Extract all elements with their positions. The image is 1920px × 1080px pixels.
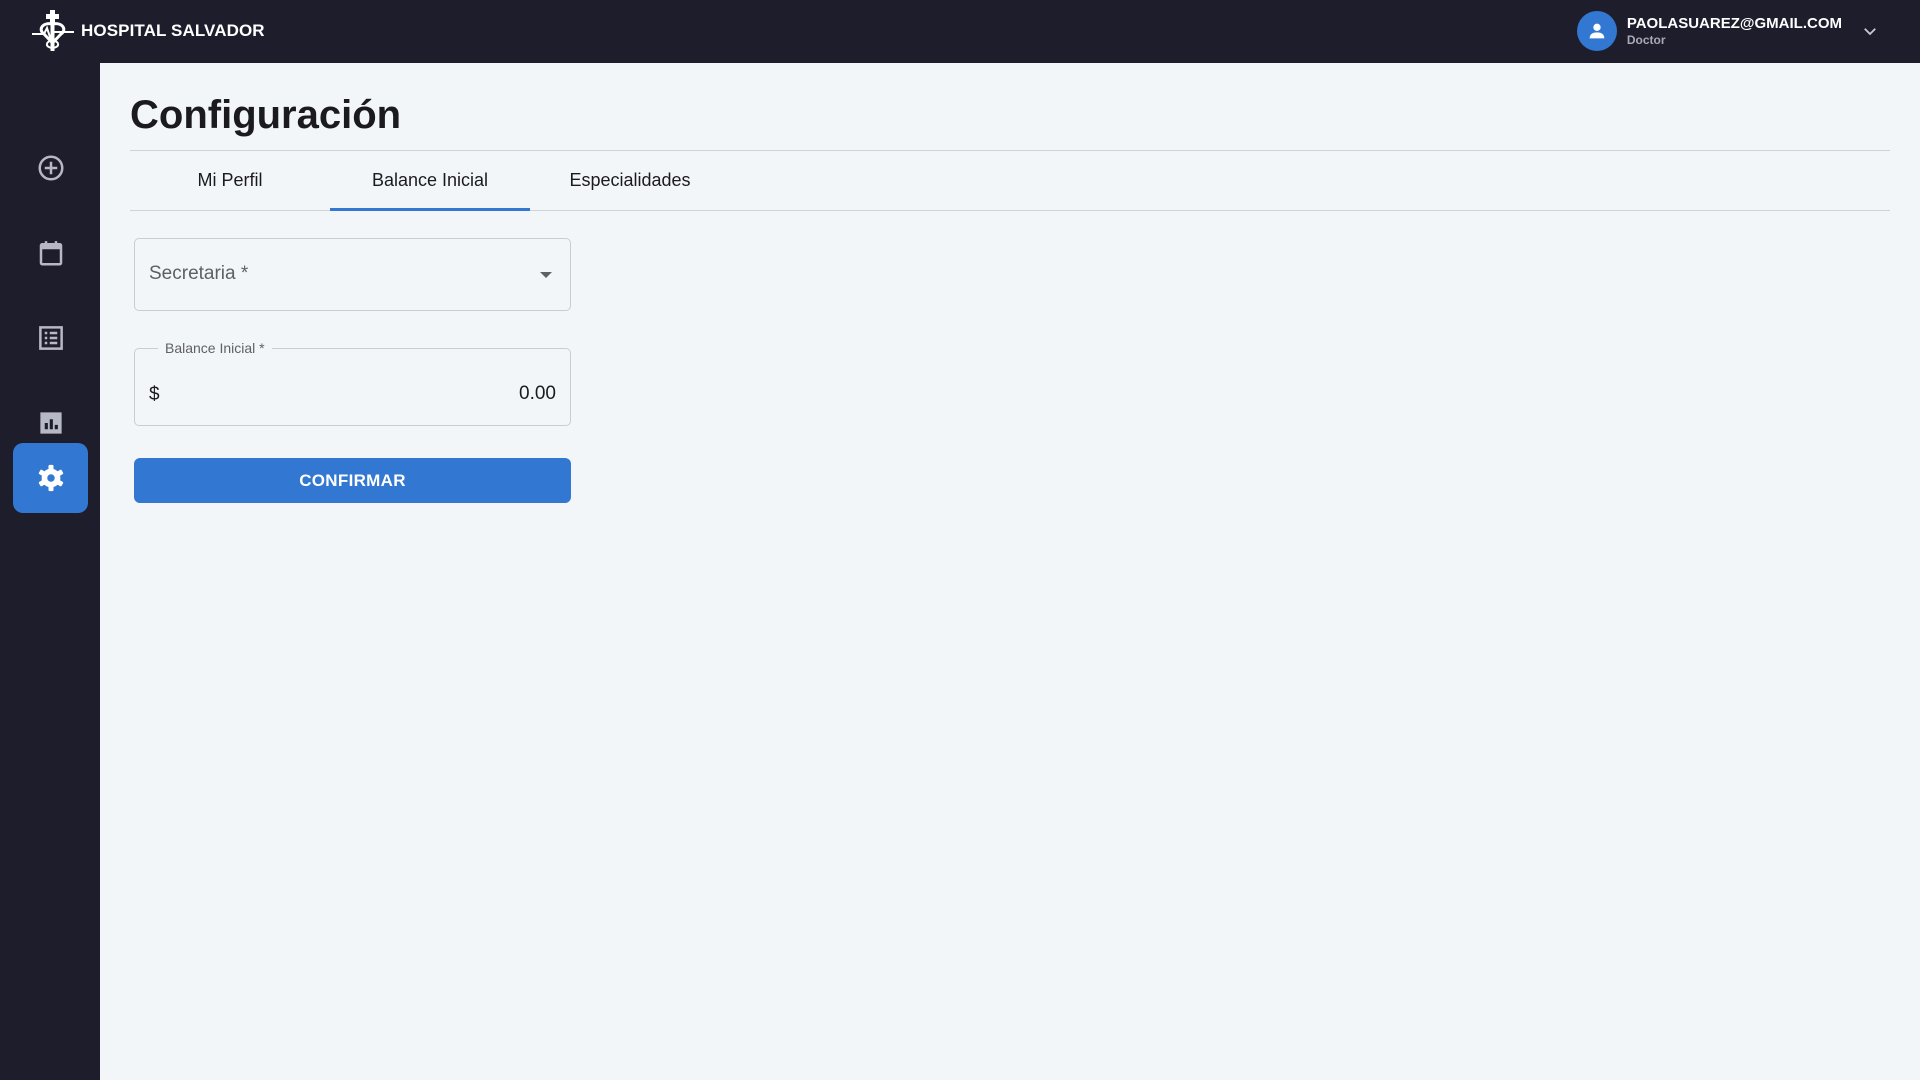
balance-field: Balance Inicial * $ bbox=[134, 340, 571, 426]
brand-name: HOSPITAL SALVADOR bbox=[81, 21, 265, 40]
main-content: Configuración Mi Perfil Balance Inicial … bbox=[100, 63, 1920, 1080]
tab-especialidades[interactable]: Especialidades bbox=[530, 151, 730, 210]
currency-prefix: $ bbox=[149, 384, 160, 405]
user-email: PAOLASUAREZ@GMAIL.COM bbox=[1626, 15, 1842, 32]
sidebar-item-list[interactable] bbox=[13, 303, 88, 373]
secretaria-label: Secretaria * bbox=[149, 263, 249, 284]
avatar[interactable] bbox=[1576, 11, 1617, 51]
add-circle-icon bbox=[38, 155, 63, 181]
bar-chart-icon bbox=[39, 412, 62, 434]
person-icon bbox=[1589, 23, 1605, 39]
caret-down-icon bbox=[540, 272, 552, 278]
sidebar-item-calendar[interactable] bbox=[13, 218, 88, 288]
user-menu-toggle[interactable] bbox=[1858, 19, 1882, 43]
user-role: Doctor bbox=[1626, 33, 1666, 47]
user-menu[interactable]: PAOLASUAREZ@GMAIL.COM Doctor bbox=[1576, 11, 1882, 51]
brand[interactable]: HOSPITAL SALVADOR bbox=[30, 10, 265, 52]
balance-input[interactable] bbox=[171, 375, 556, 413]
secretaria-select[interactable]: Secretaria * bbox=[134, 238, 571, 311]
medical-cross-logo bbox=[32, 10, 74, 51]
gear-icon bbox=[38, 464, 63, 492]
confirm-button[interactable]: CONFIRMAR bbox=[134, 458, 571, 503]
top-bar: HOSPITAL SALVADOR PAOLASUAREZ@GMAIL.COM … bbox=[0, 0, 1920, 63]
user-info: PAOLASUAREZ@GMAIL.COM Doctor bbox=[1627, 15, 1842, 47]
sidebar-item-new[interactable] bbox=[13, 133, 88, 203]
page-title: Configuración bbox=[130, 93, 402, 137]
balance-label: Balance Inicial * bbox=[158, 340, 272, 356]
calendar-icon bbox=[39, 241, 62, 266]
sidebar bbox=[0, 63, 100, 1080]
tab-mi-perfil[interactable]: Mi Perfil bbox=[130, 151, 330, 210]
sidebar-item-settings[interactable] bbox=[13, 443, 88, 513]
list-icon bbox=[38, 326, 63, 350]
chevron-down-icon bbox=[1864, 28, 1876, 36]
tab-balance-inicial[interactable]: Balance Inicial bbox=[330, 151, 530, 211]
tab-bar: Mi Perfil Balance Inicial Especialidades bbox=[130, 151, 1890, 211]
